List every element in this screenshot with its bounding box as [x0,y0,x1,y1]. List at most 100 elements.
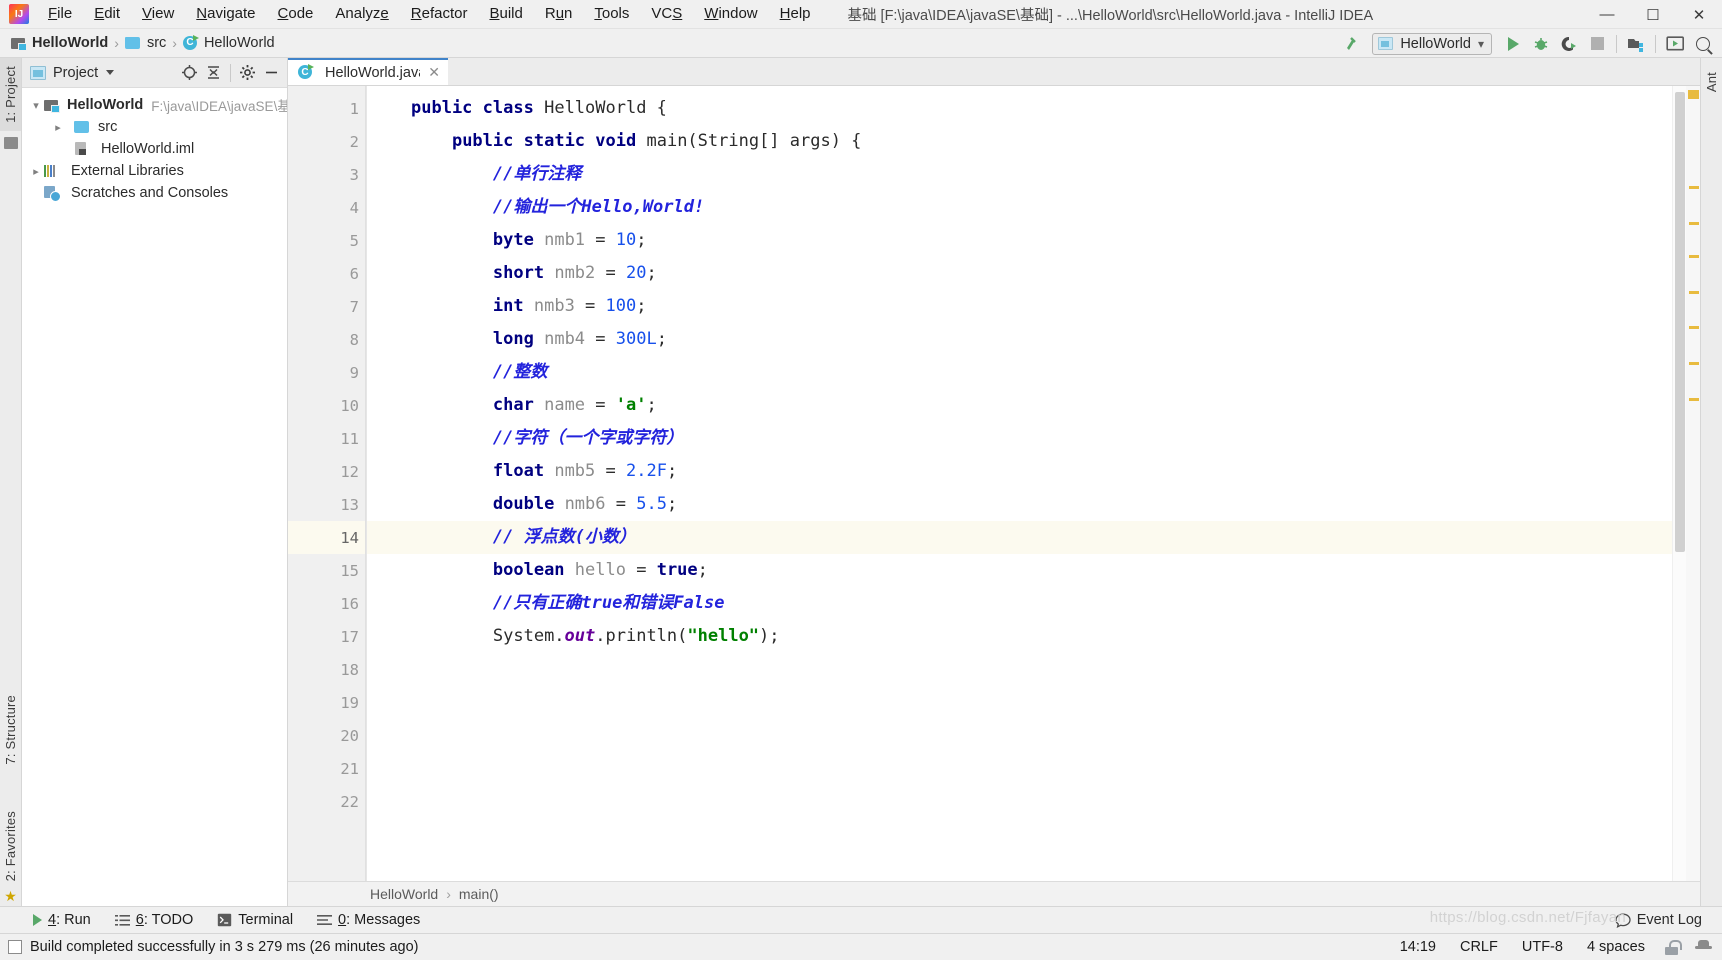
maximize-button[interactable]: ☐ [1630,0,1676,29]
code-line[interactable] [367,719,1672,752]
scrollbar-thumb[interactable] [1675,92,1685,552]
gutter-line-number[interactable]: 9 [288,356,365,389]
gutter-line-number[interactable]: 3 [288,158,415,191]
code-line[interactable]: long nmb4 = 300L; [367,323,1672,356]
stop-button[interactable] [1584,32,1610,56]
code-line[interactable] [367,653,1672,686]
chevron-down-icon[interactable] [106,70,115,75]
tree-node-helloworld[interactable]: HelloWorld F:\java\IDEA\javaSE\基 [22,94,287,116]
gutter-line-number[interactable]: 13 [288,488,365,521]
sidebar-item-ant[interactable]: Ant [1701,64,1722,100]
search-everywhere-button[interactable] [1690,32,1716,56]
editor-tab-helloworld-java[interactable]: HelloWorld.java ✕ [288,58,448,85]
gutter-line-number[interactable]: 21 [288,752,365,785]
lock-icon[interactable] [1665,939,1682,955]
code-line[interactable]: float nmb5 = 2.2F; [367,455,1672,488]
code-line[interactable]: System.out.println("hello"); [367,620,1672,653]
code-line[interactable] [367,752,1672,785]
gutter-line-number[interactable]: 17 [288,620,365,653]
code-line[interactable]: // 浮点数(小数） [367,521,1672,554]
code-editor[interactable]: public class HelloWorld { public static … [366,86,1672,881]
minimize-button[interactable]: — [1584,0,1630,29]
code-line[interactable]: public class HelloWorld { [367,92,1672,125]
code-line[interactable]: //只有正确true和错误False [367,587,1672,620]
gutter-line-number[interactable]: 19 [288,686,365,719]
debug-button[interactable] [1528,32,1554,56]
hector-hat-icon[interactable] [1695,939,1712,955]
build-hammer-button[interactable] [1338,32,1364,56]
editor-scrollbar[interactable] [1672,86,1686,881]
editor-marker-bar[interactable] [1686,86,1700,881]
gutter-line-number[interactable]: 6 [288,257,365,290]
menu-edit[interactable]: Edit [83,1,131,27]
code-line[interactable]: public static void main(String[] args) { [367,125,1672,158]
navbar-crumb-class[interactable]: HelloWorld [178,33,280,53]
gutter-line-number[interactable]: 1 [288,92,387,125]
menu-view[interactable]: View [131,1,185,27]
menu-refactor[interactable]: Refactor [400,1,479,27]
gutter-line-number[interactable]: 16 [288,587,365,620]
code-line[interactable] [367,686,1672,719]
close-button[interactable]: ✕ [1676,0,1722,29]
menu-navigate[interactable]: Navigate [185,1,266,27]
menu-analyze[interactable]: Analyze [324,1,399,27]
tool-window-todo[interactable]: 6: TODO [104,909,205,931]
menu-help[interactable]: Help [769,1,822,27]
status-line-separator[interactable]: CRLF [1456,937,1502,957]
navbar-crumb-project[interactable]: HelloWorld [6,33,113,53]
status-encoding[interactable]: UTF-8 [1518,937,1567,957]
menu-build[interactable]: Build [478,1,533,27]
sidebar-item-structure[interactable]: 7: Structure [0,687,21,773]
status-indent[interactable]: 4 spaces [1583,937,1649,957]
run-button[interactable] [1500,32,1526,56]
scroll-from-source-button[interactable] [178,61,201,84]
hide-panel-button[interactable] [260,61,283,84]
tool-window-messages[interactable]: 0: Messages [306,909,431,931]
code-line[interactable]: //单行注释 [367,158,1672,191]
editor-gutter[interactable]: 1 2 3 4 5 6 7 8 9 10 11 12 13 14 15 16 17 18 19 20 21 22 [288,86,415,881]
menu-code[interactable]: Code [267,1,325,27]
code-line[interactable]: //输出一个Hello,World! [367,191,1672,224]
tool-window-run[interactable]: 4: Run [22,909,102,931]
menu-tools[interactable]: Tools [583,1,640,27]
gutter-line-number[interactable]: 2 [288,125,415,158]
tree-node-src[interactable]: src [22,116,287,138]
menu-vcs[interactable]: VCS [640,1,693,27]
close-icon[interactable]: ✕ [428,64,440,81]
code-line[interactable]: int nmb3 = 100; [367,290,1672,323]
tool-window-terminal[interactable]: Terminal [206,909,304,931]
navbar-crumb-src[interactable]: src [120,33,171,53]
gutter-line-number[interactable]: 11 [288,422,365,455]
gutter-line-number[interactable]: 15 [288,554,365,587]
gutter-line-number[interactable]: 18 [288,653,365,686]
code-line[interactable]: char name = 'a'; [367,389,1672,422]
gutter-line-number[interactable]: 14 [288,521,365,554]
gutter-line-number[interactable]: 7 [288,290,365,323]
preview-button[interactable] [1662,32,1688,56]
tree-node-scratches[interactable]: Scratches and Consoles [22,182,287,204]
gutter-line-number[interactable]: 8 [288,323,365,356]
breadcrumb-class[interactable]: HelloWorld [364,884,444,904]
project-structure-button[interactable] [1623,32,1649,56]
gutter-line-number[interactable]: 4 [288,191,415,224]
code-line[interactable] [367,785,1672,818]
code-line[interactable]: double nmb6 = 5.5; [367,488,1672,521]
code-line[interactable]: byte nmb1 = 10; [367,224,1672,257]
code-line[interactable]: short nmb2 = 20; [367,257,1672,290]
collapse-all-button[interactable] [202,61,225,84]
chevron-down-icon[interactable] [28,99,44,112]
event-log-button[interactable]: Event Log [1607,909,1710,931]
gutter-line-number[interactable]: 12 [288,455,365,488]
chevron-right-icon[interactable] [50,121,66,134]
code-line[interactable]: //整数 [367,356,1672,389]
sidebar-item-project[interactable]: 1: Project [0,58,21,131]
breadcrumb-method[interactable]: main() [453,884,505,904]
gutter-line-number[interactable]: 10 [288,389,365,422]
gutter-line-number[interactable]: 5 [288,224,365,257]
gutter-line-number[interactable]: 22 [288,785,365,818]
gutter-line-number[interactable]: 20 [288,719,365,752]
menu-file[interactable]: File [37,1,83,27]
sidebar-item-favorites[interactable]: 2: Favorites [0,803,21,889]
settings-gear-button[interactable] [236,61,259,84]
menu-window[interactable]: Window [693,1,768,27]
